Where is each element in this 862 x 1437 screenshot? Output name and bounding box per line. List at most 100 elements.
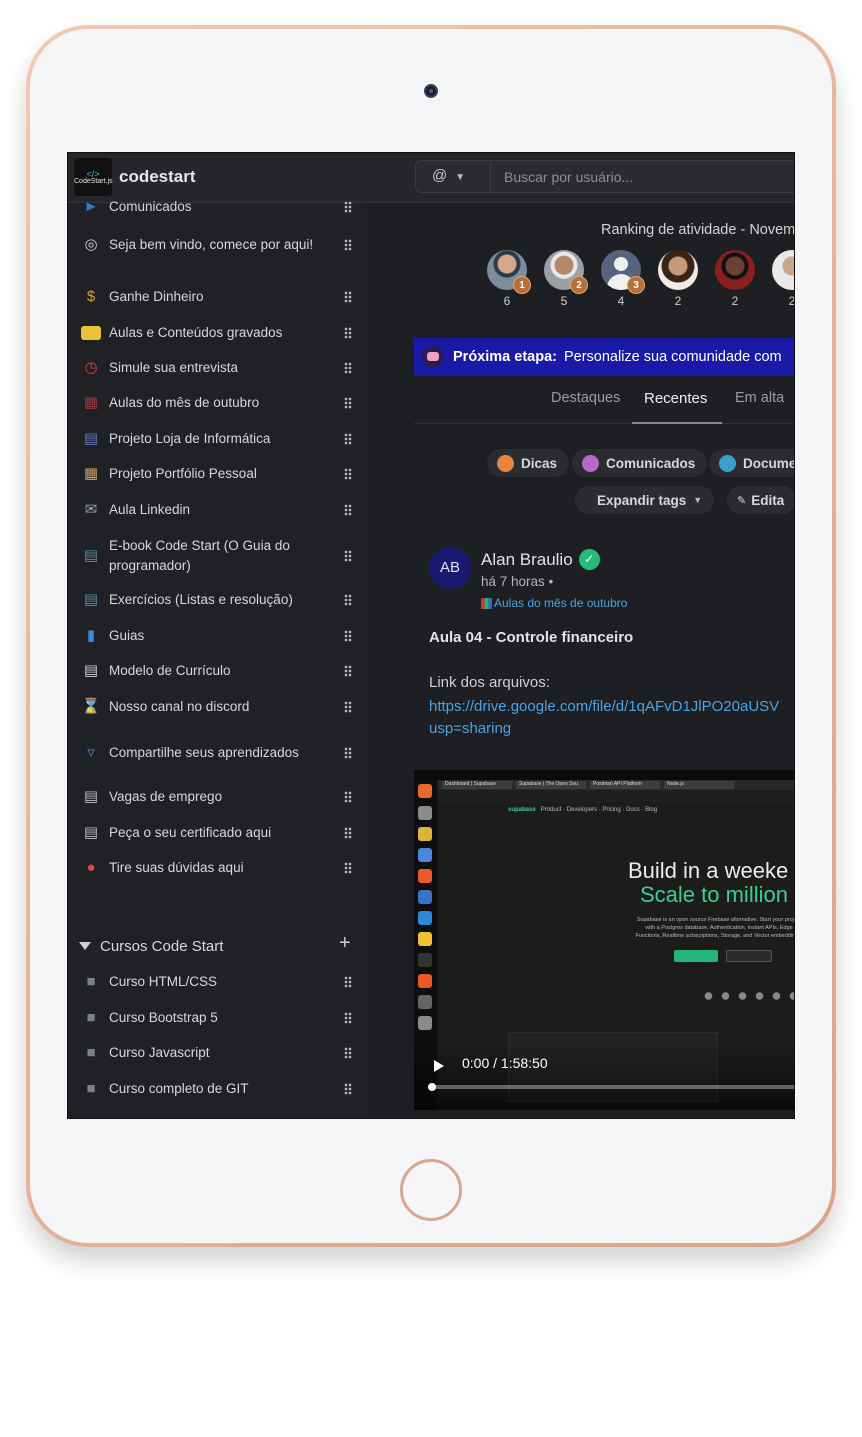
drag-handle-icon[interactable] [344,594,352,606]
drag-handle-icon[interactable] [344,433,352,445]
section-title: Cursos Code Start [100,937,224,955]
search-type-select[interactable]: @ ▼ [416,161,491,192]
drag-handle-icon[interactable] [344,791,352,803]
drag-handle-icon[interactable] [344,550,352,562]
sidebar-item-label: Projeto Loja de Informática [109,431,271,446]
drag-handle-icon[interactable] [344,362,352,374]
sidebar-item-7[interactable]: ▤ Projeto Loja de Informática [68,428,366,450]
drag-handle-icon[interactable] [344,630,352,642]
sidebar-course-4[interactable]: ■ Curso completo de GIT [68,1078,366,1100]
sidebar-item-label: Ganhe Dinheiro [109,289,204,304]
sidebar-item-11[interactable]: ▤ Exercícios (Listas e resolução) [68,589,366,611]
sidebar-item-18[interactable]: ● Tire suas dúvidas aqui [68,857,366,879]
sidebar-item-label: Exercícios (Listas e resolução) [109,592,293,607]
sidebar-item-14[interactable]: ⌛ Nosso canal no discord [68,696,366,718]
post-title: Aula 04 - Controle financeiro [429,629,634,646]
tab-destaques[interactable]: Destaques [551,390,620,406]
ranking-user[interactable]: 2 [715,250,755,308]
next-step-banner[interactable]: Próxima etapa: Personalize sua comunidad… [414,338,794,376]
ranking-title: Ranking de atividade - Novem [601,222,795,238]
drag-handle-icon[interactable] [344,862,352,874]
feed-tabs: Destaques Recentes Em alta [414,380,794,424]
money-bag-icon: $ [86,288,96,305]
sidebar-item-1[interactable]: ► Comunicados [68,196,366,218]
video-headline-1: Build in a weeke [628,858,789,883]
author-name[interactable]: Alan Braulio ✓ [481,549,600,570]
progress-handle[interactable] [428,1083,436,1091]
author-avatar[interactable]: AB [429,547,471,589]
drag-handle-icon[interactable] [344,976,352,988]
sidebar-item-6[interactable]: ▦ Aulas do mês de outubro [68,392,366,414]
sidebar-item-17[interactable]: ▤ Peça o seu certificado aqui [68,822,366,844]
sidebar-course-2[interactable]: ■ Curso Bootstrap 5 [68,1007,366,1029]
drag-handle-icon[interactable] [344,665,352,677]
home-button[interactable] [400,1159,462,1221]
drag-handle-icon[interactable] [344,201,352,213]
drag-handle-icon[interactable] [344,291,352,303]
monitor-icon: ■ [86,1044,96,1061]
edit-tags-button[interactable]: ✎ Edita [727,486,794,514]
megaphone-icon: ► [83,198,99,215]
expand-tags-button[interactable]: Expandir tags ▼ [575,486,715,514]
play-icon[interactable] [434,1060,444,1072]
drag-handle-icon[interactable] [344,1012,352,1024]
tab-recentes[interactable]: Recentes [644,390,707,407]
drag-handle-icon[interactable] [344,468,352,480]
add-channel-icon[interactable]: + [339,932,351,955]
ranking-user[interactable]: 25 [544,250,588,308]
avatar[interactable] [772,250,794,290]
video-start-button [674,950,718,962]
section-cursos-header[interactable]: Cursos Code Start + [68,932,366,958]
ranking-user[interactable]: 2 [658,250,698,308]
video-player[interactable]: Dashboard | Supabase Supabase | The Open… [414,770,794,1110]
avatar[interactable] [658,250,698,290]
sidebar-item-label: Guias [109,628,145,643]
drag-handle-icon[interactable] [344,239,352,251]
video-progress-bar[interactable] [428,1083,794,1091]
sidebar-item-12[interactable]: ▮ Guias [68,625,366,647]
sidebar-course-1[interactable]: ■ Curso HTML/CSS [68,971,366,993]
tag-documentos[interactable]: Docume [709,449,794,477]
video-controls: 0:00 / 1:58:50 [414,1040,794,1110]
drag-handle-icon[interactable] [344,827,352,839]
ranking-score: 2 [674,294,682,308]
rocket-icon [422,346,444,368]
sidebar-item-9[interactable]: ✉ Aula Linkedin [68,499,366,521]
drag-handle-icon[interactable] [344,397,352,409]
hourglass-icon: ⌛ [81,698,101,715]
sidebar-item-16[interactable]: ▤ Vagas de emprego [68,786,366,808]
drag-handle-icon[interactable] [344,747,352,759]
tab-em-alta[interactable]: Em alta [735,390,784,406]
medal-icon: 3 [627,276,645,294]
lightbulb-icon [497,454,514,472]
post-link[interactable]: https://drive.google.com/file/d/1qAFvD1J… [429,696,794,740]
sidebar-item-4[interactable]: Aulas e Conteúdos gravados [68,322,366,344]
sidebar-item-3[interactable]: $ Ganhe Dinheiro [68,286,366,308]
app-name[interactable]: codestart [119,167,196,187]
sidebar-item-13[interactable]: ▤ Modelo de Currículo [68,660,366,682]
exercise-icon: ▤ [83,591,99,608]
drag-handle-icon[interactable] [344,1083,352,1095]
ranking-user[interactable]: 34 [601,250,645,308]
sidebar-item-5[interactable]: ◷ Simule sua entrevista [68,357,366,379]
ranking-score: 5 [560,294,568,308]
sidebar-item-15[interactable]: ▿ Compartilhe seus aprendizados [68,732,366,774]
sidebar-item-2[interactable]: ◎ Seja bem vindo, comece por aqui! [68,224,366,266]
app-logo[interactable]: </> CodeStart.js [74,158,113,196]
sidebar-course-3[interactable]: ■ Curso Javascript [68,1042,366,1064]
sidebar-item-label: Modelo de Currículo [109,663,231,678]
drag-handle-icon[interactable] [344,327,352,339]
drag-handle-icon[interactable] [344,1047,352,1059]
avatar[interactable] [715,250,755,290]
sidebar-item-8[interactable]: ▦ Projeto Portfólio Pessoal [68,463,366,485]
tag-dicas[interactable]: Dicas [487,449,570,477]
ranking-user[interactable]: 16 [487,250,531,308]
drag-handle-icon[interactable] [344,504,352,516]
sidebar-item-10[interactable]: ▤ E-book Code Start (O Guia do programado… [68,535,366,577]
post-channel-link[interactable]: Aulas do mês de outubro [481,596,627,610]
tag-comunicados[interactable]: Comunicados [572,449,708,477]
ranking-user[interactable]: 2 [772,250,794,308]
megaphone-icon [582,454,599,472]
drag-handle-icon[interactable] [344,701,352,713]
search-input[interactable] [492,161,794,192]
